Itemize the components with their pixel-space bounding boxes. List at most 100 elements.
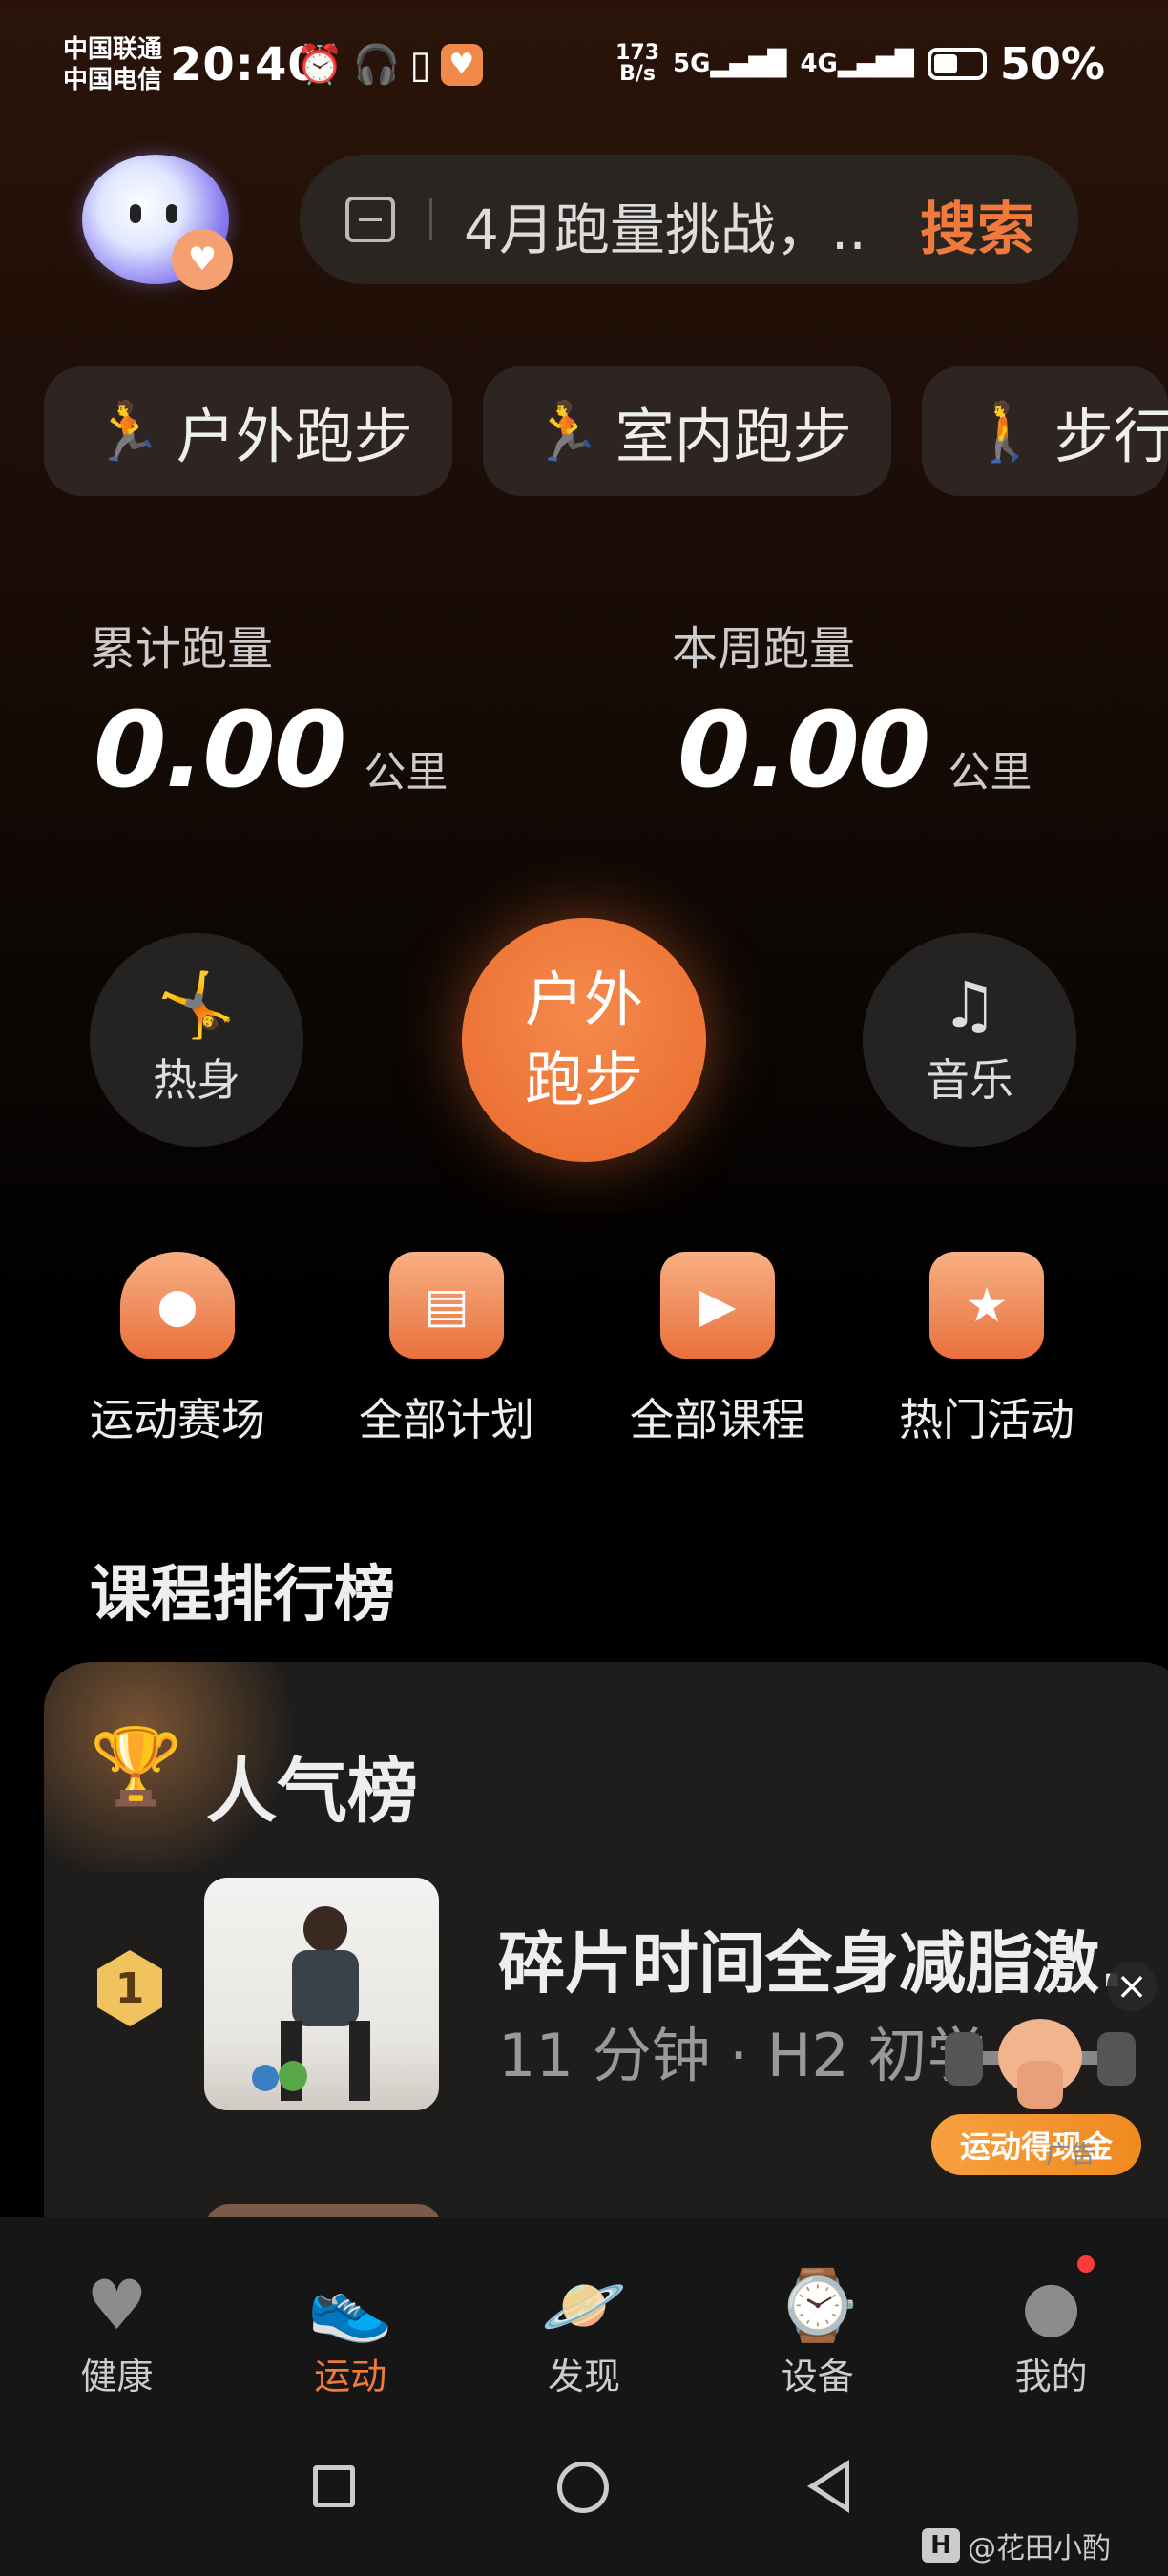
quick-entry-label: 全部课程 [630, 1394, 805, 1445]
profile-icon: ● [1021, 2265, 1081, 2345]
course-ranking-title: 课程排行榜 [90, 1560, 395, 1631]
weekly-distance-unit: 公里 [948, 748, 1032, 797]
bottom-navigation: ♥ 健康 👟 运动 🪐 发现 ⌚ 设备 ● 我的 [0, 2217, 1168, 2418]
ranking-card-title: 人气榜 [206, 1751, 418, 1833]
signal-4g-label: 4G [800, 50, 838, 78]
course-meta: 11 分钟 · H2 初学 [498, 2021, 987, 2090]
avatar-eye [130, 204, 141, 223]
trophy-icon: 🏆 [90, 1724, 183, 1810]
mode-tab-outdoor-run[interactable]: 🏃 户外跑步 [44, 366, 452, 496]
weekly-distance-value: 0.00 [678, 689, 930, 811]
mode-tab-label: 户外跑步 [176, 402, 413, 471]
nav-item-devices[interactable]: ⌚ 设备 [700, 2217, 934, 2418]
total-distance-label: 累计跑量 [90, 622, 274, 675]
course-title[interactable]: 碎片时间全身减脂激... [498, 1910, 1128, 2006]
ad-earn-cash-button[interactable]: 运动得现金 [931, 2114, 1141, 2175]
mode-tab-indoor-run[interactable]: 🏃 室内跑步 [483, 366, 891, 496]
carrier-info: 中国联通 中国电信 [63, 34, 162, 95]
treadmill-icon: 🏃 [531, 398, 602, 466]
heart-check-icon: ♥ [172, 229, 233, 290]
nav-item-me[interactable]: ● 我的 [934, 2217, 1168, 2418]
scan-icon[interactable] [345, 197, 395, 242]
watermark-logo: H [922, 2528, 960, 2563]
quick-entry-label: 全部计划 [359, 1394, 534, 1445]
avatar-eye [166, 204, 177, 223]
nav-label: 发现 [547, 2356, 620, 2398]
running-shoe-icon: 👟 [307, 2264, 394, 2345]
video-play-icon: ▶ [660, 1252, 775, 1359]
quick-entry-plans[interactable]: ▤ 全部计划 [342, 1252, 552, 1448]
nav-item-discover[interactable]: 🪐 发现 [468, 2217, 701, 2418]
dumbbell-icon [945, 2019, 1136, 2109]
quick-entry-courses[interactable]: ▶ 全部课程 [613, 1252, 823, 1448]
headphones-icon: 🎧 [352, 43, 401, 87]
warmup-button[interactable]: 🤸 热身 [90, 933, 303, 1147]
ad-label: 广告 [1046, 2141, 1096, 2170]
rank-badge: 1 [97, 1950, 162, 2026]
total-distance-value: 0.00 [94, 689, 346, 811]
start-outdoor-run-button[interactable]: 户外 跑步 [462, 918, 706, 1162]
battery-fill [933, 54, 957, 73]
star-flag-icon: ★ [929, 1252, 1044, 1359]
start-button-line2: 跑步 [524, 1045, 643, 1114]
recent-apps-button[interactable] [313, 2465, 355, 2507]
walking-icon: 🚶 [970, 398, 1041, 466]
watermark: H @花田小酌 [922, 2524, 1111, 2566]
weekly-distance: 0.00 公里 [678, 689, 1032, 811]
planet-icon: 🪐 [541, 2264, 627, 2345]
total-distance: 0.00 公里 [94, 689, 448, 811]
mode-tab-walk[interactable]: 🚶 步行 [922, 366, 1168, 496]
carrier-2: 中国电信 [63, 66, 163, 94]
total-distance-unit: 公里 [364, 748, 448, 797]
search-divider [429, 198, 432, 240]
stretch-icon: 🤸 [156, 968, 237, 1042]
signal-bars-icon: ▂▄▆█ [710, 50, 787, 78]
signal-bars-icon: ▂▄▆█ [837, 50, 914, 78]
weekly-distance-label: 本周跑量 [672, 622, 856, 675]
net-speed-value: 173 [615, 41, 660, 65]
warmup-label: 热身 [153, 1054, 240, 1106]
mode-tab-label: 步行 [1053, 402, 1168, 471]
kettlebell-icon [252, 2065, 279, 2091]
signal-5g-label: 5G [673, 50, 711, 78]
course-thumbnail[interactable] [204, 1878, 439, 2110]
quick-entry-arena[interactable]: ● 运动赛场 [73, 1252, 282, 1448]
signal-5g: 5G▂▄▆█ [673, 50, 786, 78]
alarm-icon: ⏰ [296, 43, 344, 87]
nav-item-health[interactable]: ♥ 健康 [0, 2217, 234, 2418]
music-note-icon: ♫ [941, 968, 998, 1042]
quick-entry-label: 热门活动 [899, 1394, 1074, 1445]
status-icons: ⏰ 🎧 ▯ ♥ [296, 42, 483, 87]
thumb-person-torso [292, 1950, 359, 2026]
music-button[interactable]: ♫ 音乐 [863, 933, 1076, 1147]
health-app-icon: ♥ [440, 43, 483, 86]
quick-entry-activities[interactable]: ★ 热门活动 [882, 1252, 1092, 1448]
music-label: 音乐 [926, 1054, 1013, 1106]
status-right: 173 B/s 5G▂▄▆█ 4G▂▄▆█ 50% [615, 38, 1105, 90]
assistant-avatar[interactable]: ♥ [82, 155, 233, 290]
location-pin-icon: ● [120, 1252, 235, 1359]
quick-entry-label: 运动赛场 [90, 1394, 265, 1445]
battery-percent: 50% [999, 38, 1105, 90]
clipboard-icon: ▤ [389, 1252, 504, 1359]
watch-icon: ⌚ [774, 2264, 861, 2345]
signal-4g: 4G▂▄▆█ [800, 50, 913, 78]
search-bar[interactable]: 4月跑量挑战，... 搜索 [300, 155, 1078, 284]
home-button[interactable] [557, 2462, 609, 2513]
notification-dot [1077, 2255, 1095, 2273]
kettlebell-icon [279, 2061, 307, 2091]
nav-label: 运动 [314, 2356, 387, 2398]
nav-label: 健康 [80, 2356, 154, 2398]
start-button-line1: 户外 [524, 965, 643, 1034]
thumb-person-head [303, 1906, 347, 1952]
net-speed: 173 B/s [615, 43, 659, 85]
carrier-1: 中国联通 [63, 35, 163, 64]
mode-tab-label: 室内跑步 [615, 402, 852, 471]
nav-item-exercise[interactable]: 👟 运动 [234, 2217, 468, 2418]
search-button[interactable]: 搜索 [920, 183, 1034, 266]
watermark-text: @花田小酌 [968, 2532, 1111, 2566]
heart-icon: ♥ [86, 2265, 148, 2345]
search-input[interactable]: 4月跑量挑战，... [464, 185, 865, 265]
popularity-ranking-card[interactable]: 🏆 人气榜 1 碎片时间全身减脂激... 11 分钟 · H2 初学 [44, 1662, 1168, 2273]
nav-label: 设备 [781, 2356, 854, 2398]
